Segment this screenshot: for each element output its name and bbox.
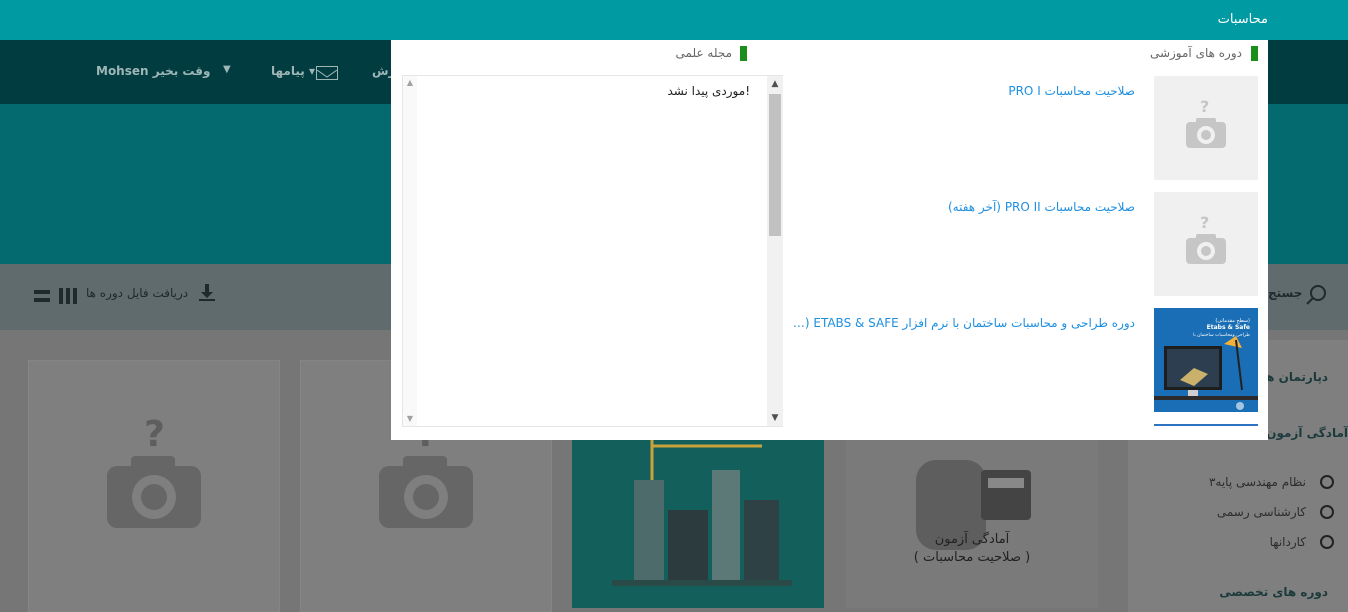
thumb-text-3: طراحی ومحاسبات ساختمان با (1193, 333, 1250, 338)
journal-results-box[interactable]: ▲ ▼ موردی پیدا نشد! ▲ ▼ (402, 75, 783, 427)
option-radio[interactable] (1320, 505, 1334, 519)
option-label: کارشناسی رسمی (1216, 505, 1306, 519)
course-thumbnail[interactable]: (سطح مقدماتی) Etabs & Safe طراحی ومحاسبا… (1154, 308, 1258, 412)
course-thumbnail[interactable]: ? (1154, 192, 1258, 296)
left-scrollbar[interactable]: ▲ ▼ (403, 76, 417, 426)
svg-text:?: ? (144, 416, 165, 455)
scrollbar-thumb[interactable] (769, 94, 781, 236)
courses-scrollbar[interactable]: ▲ ▼ (767, 76, 783, 426)
search-icon[interactable] (1306, 284, 1328, 306)
option-radio[interactable] (1320, 475, 1334, 489)
scroll-up-arrow-icon[interactable]: ▲ (767, 76, 783, 92)
svg-text:?: ? (1200, 213, 1209, 232)
camera-placeholder-icon: ? (1186, 97, 1226, 148)
course-result-item[interactable]: (سطح مقدماتی) Etabs & Safe طراحی ومحاسبا… (783, 308, 1258, 413)
course-thumbnail[interactable]: ? (1154, 76, 1258, 180)
courses-title: دوره های آموزشی (1149, 46, 1242, 60)
user-dropdown-icon[interactable]: ▼ (223, 64, 231, 75)
empty-result-message: موردی پیدا نشد! (667, 84, 750, 98)
journal-title: مجله علمی (675, 46, 732, 60)
mail-icon[interactable] (316, 66, 338, 80)
option-label: کاردانها (1269, 535, 1306, 549)
building-illustration (612, 440, 792, 586)
exam-prep-section[interactable]: آمادگی آزمون (1266, 426, 1348, 440)
course-card[interactable]: ? (28, 360, 280, 612)
scroll-down-arrow-icon[interactable]: ▼ (403, 412, 417, 426)
result-separator (1154, 424, 1258, 426)
course-result-item[interactable]: ? صلاحیت محاسبات PRO I (783, 76, 1258, 181)
camera-placeholder-icon: ? (99, 414, 209, 540)
search-results-modal: دوره های آموزشی مجله علمی ? صلاحیت محاسب… (391, 40, 1268, 440)
download-icon[interactable] (198, 284, 216, 302)
greeting-menu[interactable]: Mohsen وقت بخیر (96, 64, 210, 78)
course-title-link[interactable]: صلاحیت محاسبات PRO I (1008, 84, 1135, 98)
scroll-up-arrow-icon[interactable]: ▲ (403, 76, 417, 90)
section-marker (1251, 46, 1258, 61)
exam-card-line-1: آمادگی آزمون (934, 532, 1010, 547)
course-card-image[interactable] (572, 440, 824, 608)
thumb-text-2: Etabs & Safe (1207, 324, 1250, 331)
list-view-icon[interactable] (34, 290, 50, 302)
specialized-courses-section[interactable]: دوره های تخصصی (1219, 585, 1328, 599)
course-title-link[interactable]: دوره طراحی و محاسبات ساختمان با نرم افزا… (783, 316, 1135, 330)
messages-menu[interactable]: پیامها ▾ (271, 64, 315, 78)
option-label: نظام مهندسی پایه۳ (1208, 475, 1306, 489)
camera-placeholder-icon: ? (1186, 213, 1226, 264)
messages-label: پیامها (271, 64, 305, 78)
app-title: محاسبات (1217, 12, 1268, 27)
scroll-down-arrow-icon[interactable]: ▼ (767, 410, 783, 426)
app-header: محاسبات (0, 0, 1348, 40)
course-card-exam[interactable]: آمادگی آزمون ( صلاحیت محاسبات ) (846, 440, 1098, 608)
svg-text:?: ? (1200, 97, 1209, 116)
course-result-item[interactable]: ? صلاحیت محاسبات PRO II (آخر هفته) (783, 192, 1258, 297)
course-title-link[interactable]: صلاحیت محاسبات PRO II (آخر هفته) (948, 200, 1135, 214)
option-radio[interactable] (1320, 535, 1334, 549)
download-courses-link[interactable]: دریافت فایل دوره ها (86, 286, 188, 300)
departments-title: دپارتمان ها (1261, 370, 1328, 384)
grid-view-icon[interactable] (59, 288, 77, 304)
etabs-course-image: (سطح مقدماتی) Etabs & Safe طراحی ومحاسبا… (1154, 308, 1258, 412)
section-marker (740, 46, 747, 61)
search-label: جستج (1268, 286, 1303, 300)
exam-card-line-2: ( صلاحیت محاسبات ) (913, 550, 1031, 565)
